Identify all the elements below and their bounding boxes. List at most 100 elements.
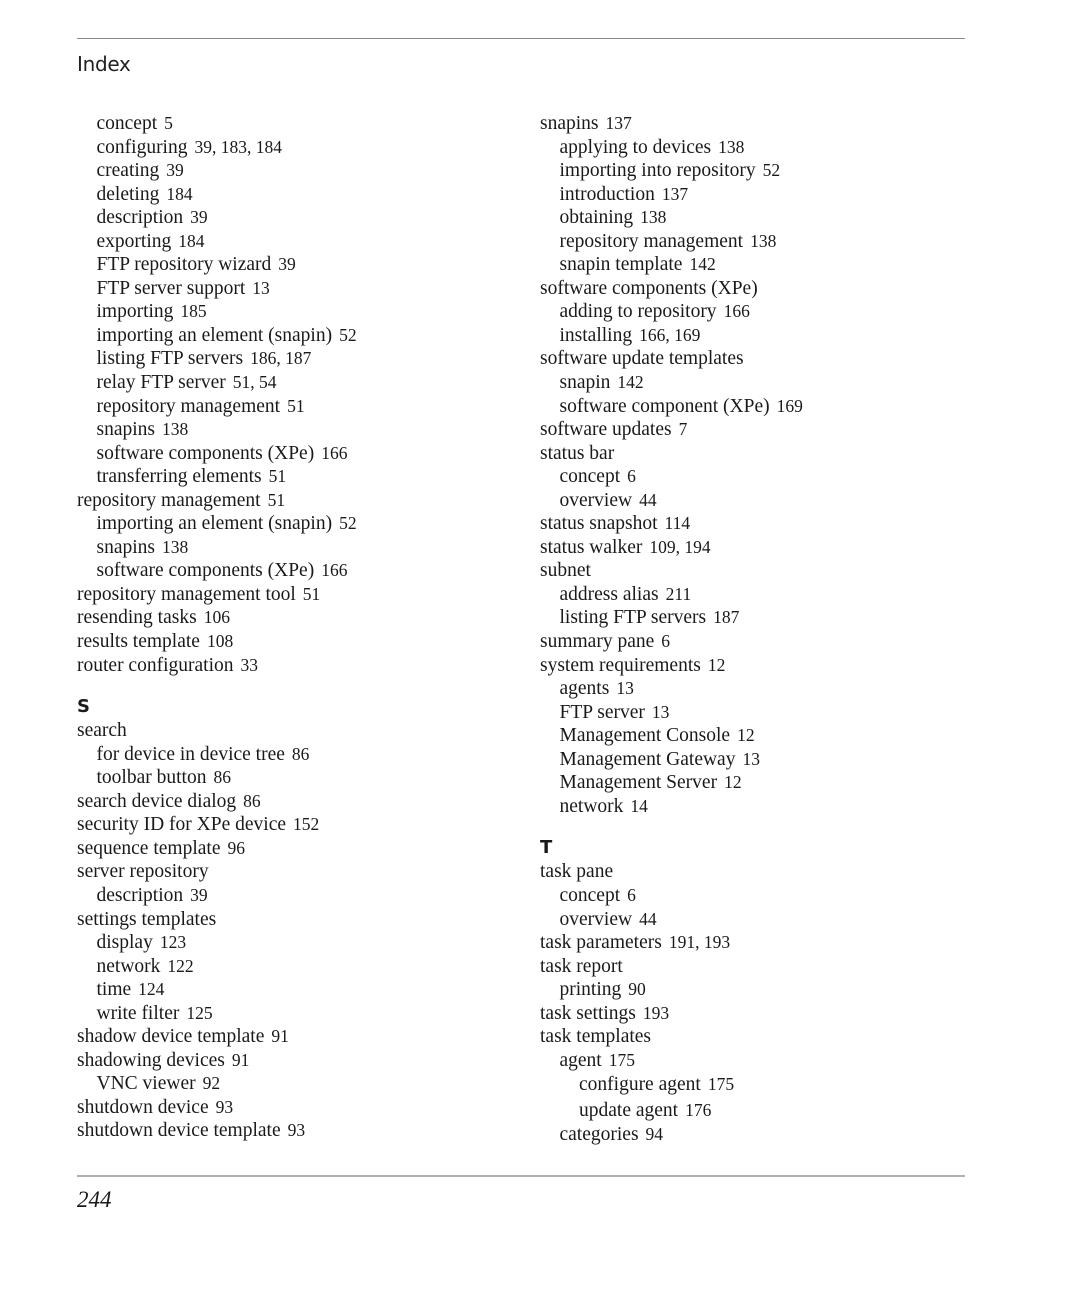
entry-page-ref[interactable]: 122 xyxy=(167,956,193,976)
entry-page-ref[interactable]: 137 xyxy=(606,113,632,133)
entry-term: results template xyxy=(77,631,200,653)
entry-page-ref[interactable]: 193 xyxy=(643,1003,669,1023)
entry-page-ref[interactable]: 6 xyxy=(661,631,670,651)
entry-page-ref[interactable]: 137 xyxy=(662,184,688,204)
entry-page-ref[interactable]: 138 xyxy=(640,207,666,227)
entry-term: time xyxy=(96,979,132,1001)
entry-page-ref[interactable]: 142 xyxy=(617,372,643,392)
entry-page-ref[interactable]: 142 xyxy=(689,254,715,274)
entry-page-ref[interactable]: 13 xyxy=(252,278,270,298)
entry-page-ref[interactable]: 175 xyxy=(708,1074,734,1094)
entry-page-ref[interactable]: 44 xyxy=(639,490,657,510)
entry-page-ref[interactable]: 166 xyxy=(321,560,347,580)
entry-page-ref[interactable]: 96 xyxy=(227,838,245,858)
entry-page-ref[interactable]: 138 xyxy=(162,537,188,557)
entry-page-ref[interactable]: 166 xyxy=(724,301,750,321)
entry-page-ref[interactable]: 91 xyxy=(232,1050,250,1070)
entry-page-ref[interactable]: 39 xyxy=(166,160,184,180)
entry-page-ref[interactable]: 93 xyxy=(216,1097,234,1117)
index-subentry: configure agent 175 xyxy=(540,1072,970,1098)
entry-page-ref[interactable]: 51 xyxy=(287,396,305,416)
entry-page-ref[interactable]: 52 xyxy=(339,513,357,533)
entry-page-ref[interactable]: 109, 194 xyxy=(649,537,710,557)
entry-page-ref[interactable]: 166, 169 xyxy=(639,325,700,345)
index-subentry: VNC viewer 92 xyxy=(77,1072,517,1096)
entry-page-ref[interactable]: 13 xyxy=(652,702,670,722)
entry-page-ref[interactable]: 13 xyxy=(742,749,760,769)
entry-page-ref[interactable]: 7 xyxy=(679,419,688,439)
index-subentry: address alias 211 xyxy=(540,583,970,607)
entry-page-ref[interactable]: 44 xyxy=(639,909,657,929)
index-subentry: deleting 184 xyxy=(77,183,517,207)
entry-page-ref[interactable]: 33 xyxy=(241,655,259,675)
entry-page-ref[interactable]: 86 xyxy=(213,767,231,787)
entry-term: status walker xyxy=(540,536,643,558)
entry-page-ref[interactable]: 184 xyxy=(166,184,192,204)
entry-page-ref[interactable]: 94 xyxy=(646,1124,664,1144)
entry-page-ref[interactable]: 5 xyxy=(164,113,173,133)
entry-page-ref[interactable]: 166 xyxy=(321,443,347,463)
entry-page-ref[interactable]: 152 xyxy=(293,814,319,834)
entry-page-ref[interactable]: 39 xyxy=(278,254,296,274)
entry-page-ref[interactable]: 39, 183, 184 xyxy=(194,137,282,157)
index-subentry: relay FTP server 51, 54 xyxy=(77,371,517,395)
entry-page-ref[interactable]: 12 xyxy=(708,655,726,675)
entry-term: deleting xyxy=(96,183,160,205)
entry-page-ref[interactable]: 6 xyxy=(627,885,636,905)
index-entry: repository management 51 xyxy=(77,489,517,513)
entry-page-ref[interactable]: 92 xyxy=(203,1073,221,1093)
entry-page-ref[interactable]: 175 xyxy=(609,1050,635,1070)
entry-page-ref[interactable]: 39 xyxy=(190,885,208,905)
entry-page-ref[interactable]: 93 xyxy=(288,1120,306,1140)
index-entry: status snapshot 114 xyxy=(540,512,970,536)
running-head-title: Index xyxy=(77,52,131,76)
entry-page-ref[interactable]: 86 xyxy=(243,791,261,811)
entry-page-ref[interactable]: 184 xyxy=(178,231,204,251)
entry-term: status bar xyxy=(540,442,615,464)
entry-page-ref[interactable]: 176 xyxy=(685,1100,711,1120)
entry-page-ref[interactable]: 138 xyxy=(718,137,744,157)
entry-page-ref[interactable]: 12 xyxy=(737,725,755,745)
entry-page-ref[interactable]: 108 xyxy=(207,631,233,651)
entry-term: network xyxy=(96,955,161,977)
entry-term: FTP server xyxy=(559,701,645,723)
entry-page-ref[interactable]: 125 xyxy=(186,1003,212,1023)
entry-page-ref[interactable]: 14 xyxy=(630,796,648,816)
entry-page-ref[interactable]: 138 xyxy=(162,419,188,439)
entry-term: repository management xyxy=(77,489,261,511)
entry-page-ref[interactable]: 191, 193 xyxy=(669,932,730,952)
entry-page-ref[interactable]: 51 xyxy=(303,584,321,604)
entry-page-ref[interactable]: 186, 187 xyxy=(250,348,311,368)
entry-page-ref[interactable]: 12 xyxy=(724,772,742,792)
entry-page-ref[interactable]: 211 xyxy=(666,584,692,604)
index-entry: server repository xyxy=(77,860,517,884)
index-subentry: Management Gateway 13 xyxy=(540,748,970,772)
entry-page-ref[interactable]: 51, 54 xyxy=(233,372,277,392)
entry-term: search xyxy=(77,720,127,742)
entry-page-ref[interactable]: 187 xyxy=(713,607,739,627)
entry-page-ref[interactable]: 138 xyxy=(750,231,776,251)
index-subentry: concept 6 xyxy=(540,465,970,489)
entry-page-ref[interactable]: 52 xyxy=(763,160,781,180)
entry-page-ref[interactable]: 13 xyxy=(616,678,634,698)
index-entry: status bar xyxy=(540,442,970,466)
entry-page-ref[interactable]: 6 xyxy=(627,466,636,486)
entry-page-ref[interactable]: 123 xyxy=(160,932,186,952)
entry-page-ref[interactable]: 106 xyxy=(204,607,230,627)
entry-page-ref[interactable]: 52 xyxy=(339,325,357,345)
entry-page-ref[interactable]: 185 xyxy=(180,301,206,321)
entry-term: write filter xyxy=(96,1002,180,1024)
entry-page-ref[interactable]: 86 xyxy=(292,744,310,764)
entry-page-ref[interactable]: 114 xyxy=(665,513,691,533)
entry-term: snapins xyxy=(540,113,599,134)
entry-page-ref[interactable]: 39 xyxy=(190,207,208,227)
entry-page-ref[interactable]: 169 xyxy=(777,396,803,416)
entry-page-ref[interactable]: 124 xyxy=(138,979,164,999)
entry-page-ref[interactable]: 51 xyxy=(268,490,286,510)
index-subentry: agents 13 xyxy=(540,677,970,701)
entry-page-ref[interactable]: 51 xyxy=(269,466,287,486)
entry-page-ref[interactable]: 91 xyxy=(271,1026,289,1046)
index-entry: sequence template 96 xyxy=(77,837,517,861)
entry-page-ref[interactable]: 90 xyxy=(628,979,646,999)
entry-term: status snapshot xyxy=(540,513,658,535)
